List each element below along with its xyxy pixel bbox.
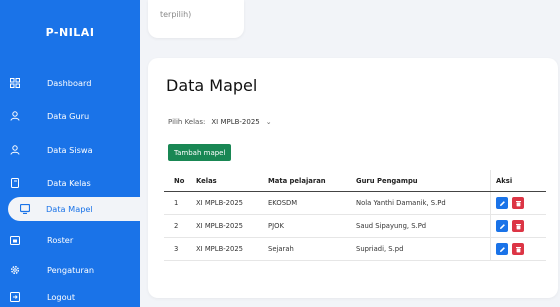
sidebar-item-roster[interactable]: Roster [0,228,140,252]
column-divider [490,170,491,191]
pencil-icon [499,223,505,229]
table-row: 1 XI MPLB-2025 EKOSDM Nola Yanthi Damani… [164,192,546,215]
class-select-value: XI MPLB-2025 [211,118,260,126]
trash-icon [515,200,521,206]
sidebar-item-data-guru[interactable]: Data Guru [0,104,140,128]
sidebar-item-data-kelas[interactable]: Data Kelas [0,171,140,195]
trash-icon [515,246,521,252]
info-card-text: terpilih) [160,10,192,19]
sidebar-item-label: Data Guru [47,111,90,121]
cell-mata-pelajaran: Sejarah [268,245,294,253]
header-guru-pengampu: Guru Pengampu [356,176,418,185]
sidebar-item-label: Dashboard [47,78,92,88]
header-mata-pelajaran: Mata pelajaran [268,176,326,185]
pencil-icon [499,246,505,252]
mapel-table: No Kelas Mata pelajaran Guru Pengampu Ak… [164,170,546,261]
edit-button[interactable] [496,243,508,255]
cell-no: 2 [174,222,179,230]
sidebar: P-NILAI Dashboard Data Guru Data Siswa D… [0,0,146,307]
user-icon [10,111,20,121]
brand-logo: P-NILAI [45,26,95,39]
cell-kelas: XI MPLB-2025 [196,222,243,230]
cell-guru-pengampu: Supriadi, S.pd [356,245,404,253]
cell-aksi [496,238,528,260]
chevron-down-icon: ⌄ [265,118,272,126]
cell-aksi [496,192,528,214]
cell-guru-pengampu: Nola Yanthi Damanik, S.Pd [356,199,446,207]
table-row: 2 XI MPLB-2025 PJOK Saud Sipayung, S.Pd [164,215,546,238]
page-title: Data Mapel [166,76,258,95]
trash-icon [515,223,521,229]
sidebar-item-label: Roster [47,235,74,245]
header-no: No [174,176,185,185]
add-mapel-button[interactable]: Tambah mapel [168,144,232,161]
column-divider [490,192,491,214]
delete-button[interactable] [512,243,524,255]
gear-icon [10,265,20,275]
column-divider [490,238,491,260]
monitor-icon [20,204,30,214]
cell-mata-pelajaran: EKOSDM [268,199,298,207]
sidebar-item-label: Data Kelas [47,178,91,188]
delete-button[interactable] [512,197,524,209]
delete-button[interactable] [512,220,524,232]
logout-icon [10,292,20,302]
cell-no: 3 [174,245,179,253]
cell-mata-pelajaran: PJOK [268,222,284,230]
user-icon [10,145,20,155]
table-header-row: No Kelas Mata pelajaran Guru Pengampu Ak… [164,170,546,192]
class-select[interactable]: XI MPLB-2025 ⌄ [211,118,271,126]
sidebar-item-label: Logout [47,292,76,302]
dashboard-grid-icon [10,78,20,88]
cell-guru-pengampu: Saud Sipayung, S.Pd [356,222,427,230]
sidebar-item-label: Data Siswa [47,145,93,155]
sidebar-item-label: Pengaturan [47,265,95,275]
edit-button[interactable] [496,197,508,209]
calendar-icon [10,235,20,245]
table-row: 3 XI MPLB-2025 Sejarah Supriadi, S.pd [164,238,546,261]
sidebar-item-logout[interactable]: Logout [0,285,140,307]
header-aksi: Aksi [496,176,513,185]
sidebar-item-label: Data Mapel [46,204,93,214]
header-kelas: Kelas [196,176,217,185]
class-filter-label: Pilih Kelas: [168,118,206,126]
cell-kelas: XI MPLB-2025 [196,245,243,253]
class-filter: Pilih Kelas: XI MPLB-2025 ⌄ [168,118,272,126]
edit-button[interactable] [496,220,508,232]
cell-no: 1 [174,199,179,207]
book-icon [10,178,20,188]
data-mapel-card: Data Mapel Pilih Kelas: XI MPLB-2025 ⌄ T… [148,58,558,298]
pencil-icon [499,200,505,206]
cell-kelas: XI MPLB-2025 [196,199,243,207]
sidebar-item-dashboard[interactable]: Dashboard [0,71,140,95]
sidebar-item-pengaturan[interactable]: Pengaturan [0,258,140,282]
cell-aksi [496,215,528,237]
info-card: terpilih) [148,0,244,38]
sidebar-item-data-mapel[interactable]: Data Mapel [8,197,146,221]
column-divider [490,215,491,237]
sidebar-item-data-siswa[interactable]: Data Siswa [0,138,140,162]
